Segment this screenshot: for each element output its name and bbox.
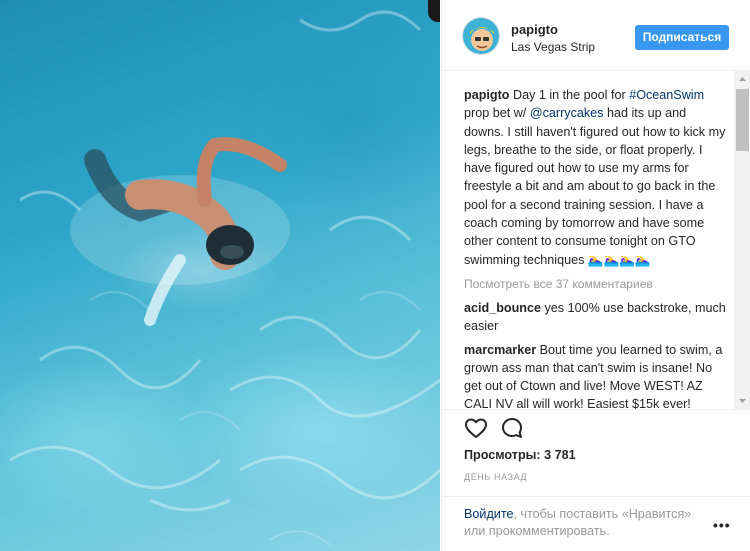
- login-prompt-text: Войдите, чтобы поставить «Нравится» или …: [464, 506, 704, 540]
- scroll-down-arrow-icon[interactable]: [734, 392, 750, 409]
- media-corner-shadow: [428, 0, 440, 22]
- views-number: 3 781: [540, 448, 576, 462]
- post-side-panel: papigto Las Vegas Strip Подписаться papi…: [441, 0, 750, 551]
- follow-button[interactable]: Подписаться: [635, 25, 729, 50]
- post-location[interactable]: Las Vegas Strip: [511, 40, 595, 54]
- caption-username[interactable]: papigto: [464, 88, 509, 102]
- caption-mention-link[interactable]: @carrycakes: [530, 106, 604, 120]
- post-media-video[interactable]: [0, 0, 440, 551]
- comments-section: papigto Day 1 in the pool for #OceanSwim…: [442, 71, 750, 409]
- scrollbar-thumb[interactable]: [736, 89, 749, 151]
- post-header: papigto Las Vegas Strip Подписаться: [442, 0, 750, 71]
- pool-scene: [9, 10, 440, 546]
- post-actions: Просмотры: 3 781 ДЕНЬ НАЗАД Войдите, что…: [442, 409, 750, 551]
- avatar[interactable]: [462, 17, 500, 55]
- heart-icon[interactable]: [464, 416, 488, 445]
- views-label: Просмотры:: [464, 448, 541, 462]
- caption-text-end: had its up and downs. I still haven't fi…: [464, 106, 726, 267]
- scroll-up-arrow-icon[interactable]: [734, 71, 750, 88]
- comment-username[interactable]: acid_bounce: [464, 301, 541, 315]
- views-count: Просмотры: 3 781: [464, 448, 576, 462]
- post-timestamp[interactable]: ДЕНЬ НАЗАД: [464, 472, 527, 482]
- caption-text-start: Day 1 in the pool for: [509, 88, 630, 102]
- login-prompt: Войдите, чтобы поставить «Нравится» или …: [442, 496, 750, 551]
- caption-text-mid: prop bet w/: [464, 106, 530, 121]
- login-link[interactable]: Войдите: [464, 507, 513, 521]
- comments-scrollbar[interactable]: [734, 71, 750, 409]
- post-author-username[interactable]: papigto: [511, 22, 558, 37]
- caption-hashtag-link[interactable]: #OceanSwim: [629, 88, 704, 102]
- more-options-icon[interactable]: •••: [713, 517, 731, 533]
- avatar-image: [463, 18, 499, 54]
- post-caption: papigto Day 1 in the pool for #OceanSwim…: [464, 86, 729, 269]
- comment-username[interactable]: marcmarker: [464, 343, 536, 357]
- view-all-comments-link[interactable]: Посмотреть все 37 комментариев: [464, 276, 729, 292]
- comment-item: acid_bounce yes 100% use backstroke, muc…: [464, 299, 729, 336]
- comment-item: marcmarker Bout time you learned to swim…: [464, 341, 729, 409]
- comment-bubble-icon[interactable]: [500, 416, 524, 445]
